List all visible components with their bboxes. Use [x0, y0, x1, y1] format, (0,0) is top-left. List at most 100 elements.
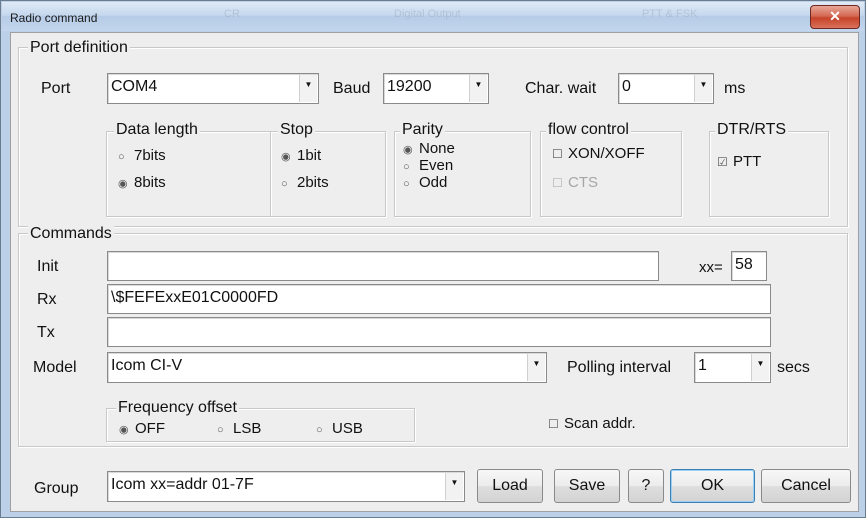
- checkbox-xon-xoff[interactable]: ☐ XON/XOFF: [552, 146, 645, 162]
- char-wait-dropdown-arrow[interactable]: ▼: [694, 75, 712, 102]
- radio-off-icon: ○: [316, 424, 323, 436]
- radio-odd[interactable]: ○ Odd: [403, 175, 447, 192]
- checkbox-label: XON/XOFF: [568, 145, 645, 162]
- polling-interval-unit: secs: [777, 359, 810, 376]
- radio-off-icon: ○: [403, 161, 410, 173]
- chevron-down-icon: ▼: [699, 80, 708, 89]
- checkbox-scan-addr[interactable]: ☐ Scan addr.: [548, 416, 636, 432]
- flow-control-label: flow control: [546, 121, 631, 139]
- port-combobox[interactable]: COM4 ▼: [107, 73, 319, 104]
- dtr-rts-label: DTR/RTS: [715, 121, 789, 139]
- chevron-down-icon: ▼: [304, 80, 313, 89]
- radio-on-icon: ◉: [118, 178, 128, 190]
- rx-value: \$FEFExxE01C0000FD: [111, 289, 279, 306]
- radio-even[interactable]: ○ Even: [403, 158, 453, 175]
- xx-value: 58: [735, 256, 753, 273]
- radio-label: 1bit: [297, 147, 322, 164]
- checkbox-cts[interactable]: ☐ CTS: [552, 175, 598, 191]
- polling-dropdown-arrow[interactable]: ▼: [751, 354, 769, 381]
- checkbox-unchecked-icon: ☐: [548, 417, 559, 431]
- radio-usb[interactable]: ○ USB: [316, 421, 363, 438]
- baud-label: Baud: [333, 80, 371, 97]
- parity-label: Parity: [400, 121, 445, 139]
- rx-label: Rx: [37, 291, 57, 308]
- xx-label: xx=: [699, 259, 723, 276]
- port-label: Port: [41, 80, 71, 97]
- group-label: Group: [34, 480, 79, 497]
- save-button[interactable]: Save: [554, 469, 620, 503]
- flow-control-group: [540, 131, 682, 217]
- commands-label: Commands: [28, 225, 114, 243]
- stop-label: Stop: [278, 121, 315, 139]
- port-dropdown-arrow[interactable]: ▼: [299, 75, 317, 102]
- load-button[interactable]: Load: [477, 469, 543, 503]
- baud-dropdown-arrow[interactable]: ▼: [469, 75, 487, 102]
- background-ghost-label: Digital Output: [394, 8, 461, 20]
- close-button[interactable]: ✕: [810, 5, 860, 29]
- close-icon: ✕: [829, 8, 841, 24]
- cancel-button[interactable]: Cancel: [761, 469, 851, 503]
- tx-input[interactable]: [107, 317, 771, 347]
- char-wait-combobox[interactable]: 0 ▼: [618, 73, 714, 104]
- radio-label: Even: [419, 157, 454, 174]
- char-wait-value: 0: [622, 78, 631, 95]
- xx-input[interactable]: 58: [731, 251, 767, 281]
- radio-label: 8bits: [134, 174, 166, 191]
- model-combobox[interactable]: Icom CI-V ▼: [107, 352, 547, 383]
- frequency-offset-label: Frequency offset: [116, 399, 239, 417]
- model-dropdown-arrow[interactable]: ▼: [527, 354, 545, 381]
- init-label: Init: [37, 258, 59, 275]
- chevron-down-icon: ▼: [474, 80, 483, 89]
- radio-label: USB: [332, 420, 363, 437]
- radio-8bits[interactable]: ◉ 8bits: [118, 175, 166, 192]
- radio-none[interactable]: ◉ None: [403, 141, 455, 158]
- radio-off-icon: ○: [403, 178, 410, 190]
- dialog-window: Radio command CR Digital Output PTT & FS…: [0, 0, 866, 518]
- data-length-label: Data length: [114, 121, 200, 139]
- port-definition-label: Port definition: [28, 39, 130, 57]
- rx-input[interactable]: \$FEFExxE01C0000FD: [107, 284, 771, 314]
- model-label: Model: [33, 359, 77, 376]
- help-button[interactable]: ?: [628, 469, 664, 503]
- window-title: Radio command: [10, 11, 98, 25]
- radio-7bits[interactable]: ○ 7bits: [118, 148, 166, 165]
- title-bar[interactable]: Radio command CR Digital Output PTT & FS…: [2, 2, 864, 31]
- chevron-down-icon: ▼: [450, 478, 459, 487]
- radio-label: 7bits: [134, 147, 166, 164]
- radio-on-icon: ◉: [403, 144, 413, 156]
- radio-label: None: [419, 140, 455, 157]
- port-value: COM4: [111, 78, 158, 95]
- char-wait-unit: ms: [724, 80, 746, 97]
- polling-interval-value: 1: [698, 357, 707, 374]
- checkbox-unchecked-icon: ☐: [552, 147, 563, 161]
- checkbox-label: PTT: [733, 153, 762, 170]
- radio-off-icon: ○: [217, 424, 224, 436]
- background-ghost-label: PTT & FSK: [642, 8, 698, 20]
- ok-button[interactable]: OK: [670, 469, 755, 503]
- dialog-client-area: Port definition Port COM4 ▼ Baud 19200 ▼…: [10, 32, 859, 512]
- group-combobox[interactable]: Icom xx=addr 01-7F ▼: [107, 471, 465, 502]
- checkbox-label: Scan addr.: [564, 415, 636, 432]
- model-value: Icom CI-V: [111, 357, 183, 374]
- radio-2bits[interactable]: ○ 2bits: [281, 175, 329, 192]
- char-wait-label: Char. wait: [525, 80, 597, 97]
- checkbox-checked-icon: ☑: [717, 155, 728, 169]
- polling-interval-label: Polling interval: [567, 359, 672, 376]
- data-length-group: [106, 131, 271, 217]
- radio-off[interactable]: ◉ OFF: [119, 421, 165, 438]
- baud-combobox[interactable]: 19200 ▼: [383, 73, 489, 104]
- radio-off-icon: ○: [281, 178, 288, 190]
- background-ghost-label: CR: [224, 8, 240, 20]
- polling-interval-combobox[interactable]: 1 ▼: [694, 352, 771, 383]
- chevron-down-icon: ▼: [532, 359, 541, 368]
- radio-label: 2bits: [297, 174, 329, 191]
- checkbox-ptt[interactable]: ☑ PTT: [717, 154, 761, 170]
- checkbox-label: CTS: [568, 174, 598, 191]
- radio-on-icon: ◉: [119, 424, 129, 436]
- radio-lsb[interactable]: ○ LSB: [217, 421, 261, 438]
- radio-1bit[interactable]: ◉ 1bit: [281, 148, 321, 165]
- dtr-rts-group: [709, 131, 829, 217]
- baud-value: 19200: [387, 78, 432, 95]
- init-input[interactable]: [107, 251, 659, 281]
- group-dropdown-arrow[interactable]: ▼: [445, 473, 463, 500]
